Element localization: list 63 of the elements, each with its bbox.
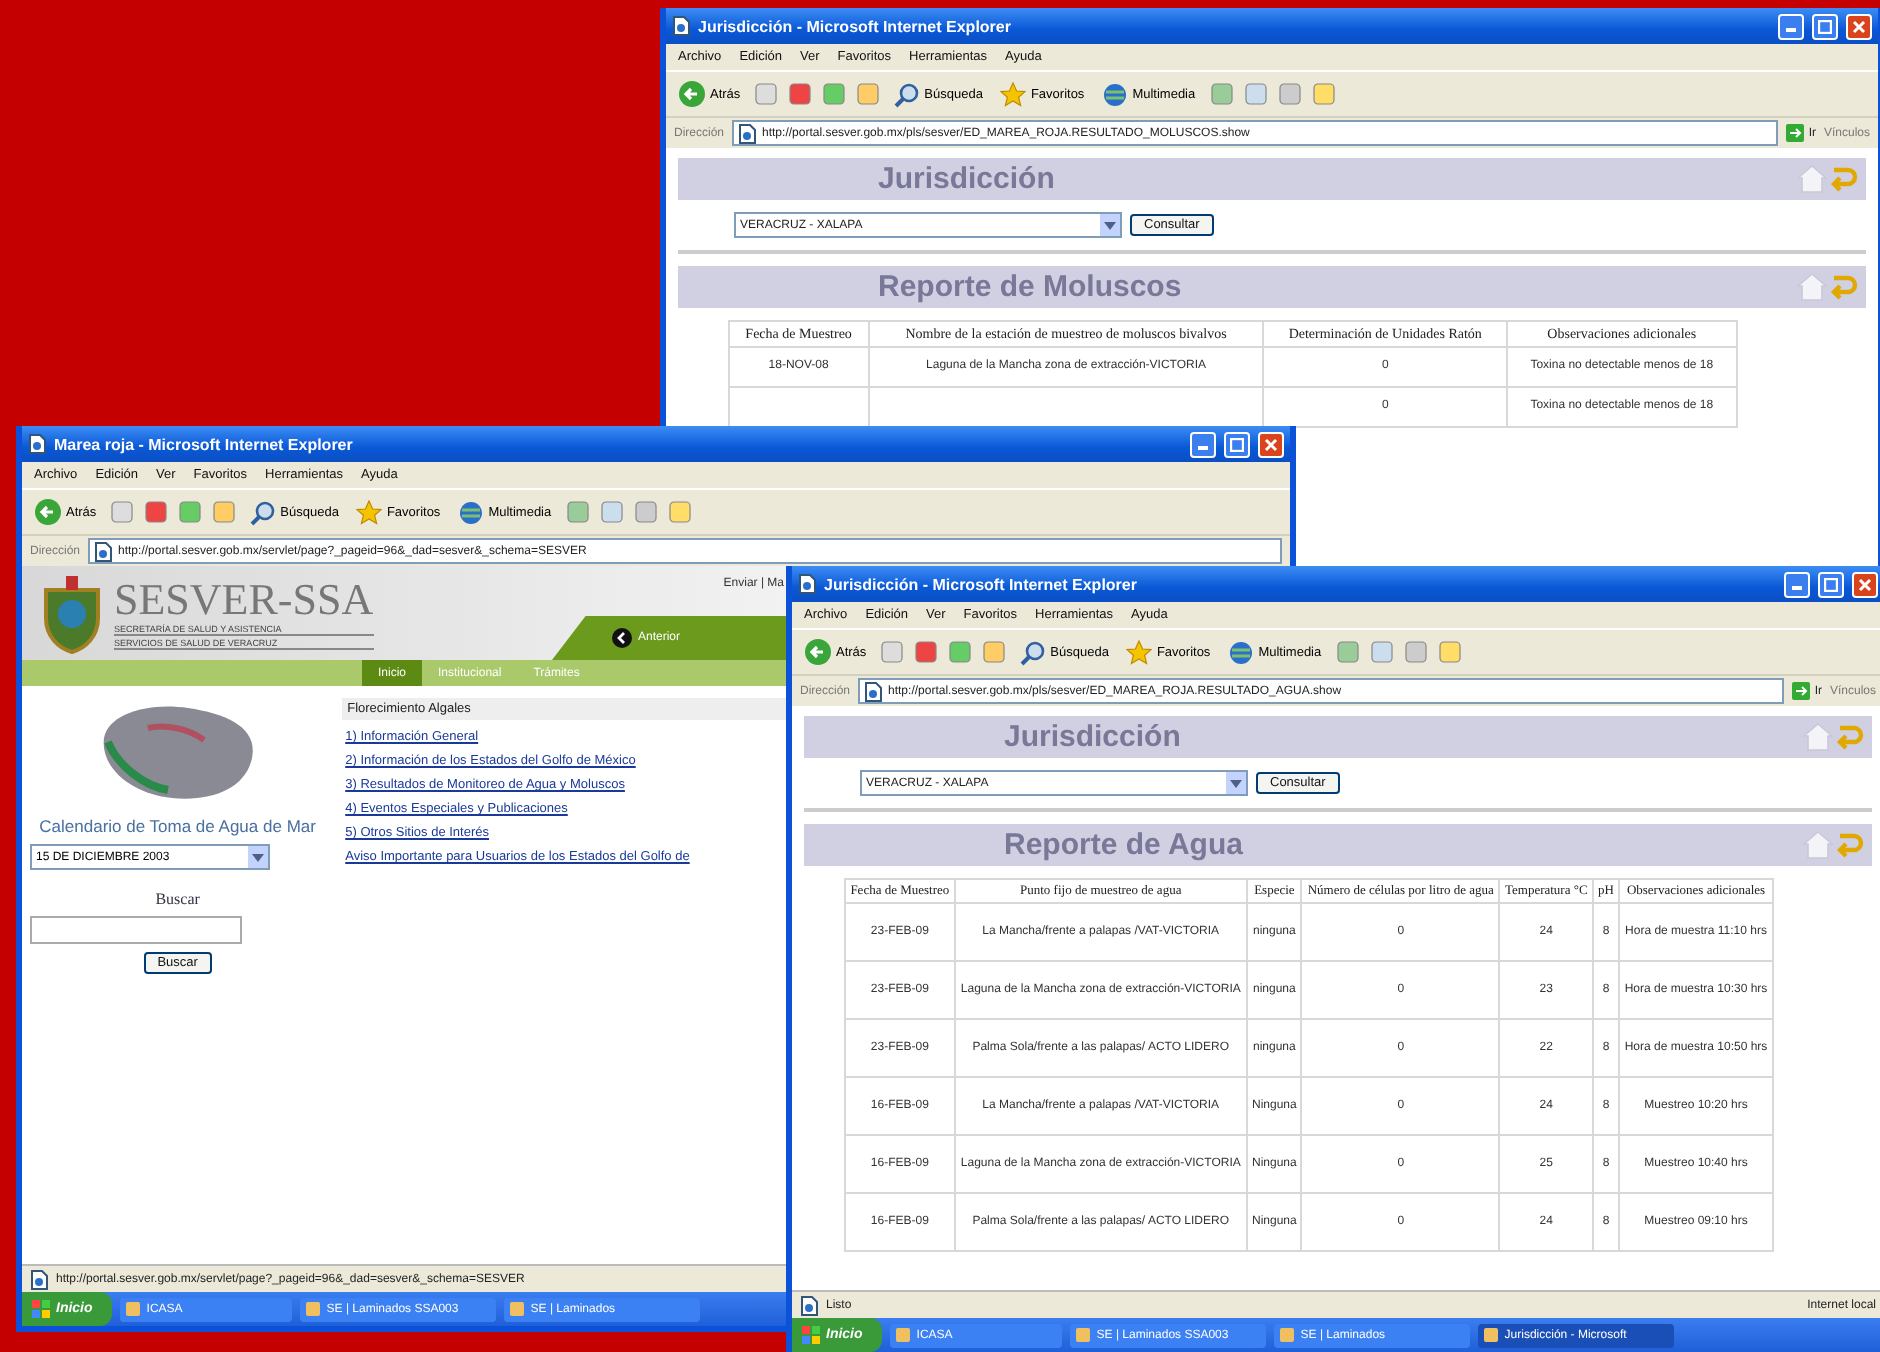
app-icon [306,1302,321,1316]
maximize-icon [1230,437,1244,451]
close-icon [1852,19,1866,33]
minimize-button[interactable] [1778,13,1804,39]
section-title: Reporte de Agua [1004,828,1245,862]
app-icon [1484,1328,1499,1342]
media-icon[interactable] [1228,639,1255,665]
maximize-icon [1818,19,1832,33]
dropdown-arrow-icon [1230,779,1242,787]
calendar-caption: Calendario de Toma de Agua de Mar [39,816,316,837]
go-arrow-icon [1786,124,1805,142]
media-icon[interactable] [458,499,485,525]
minimize-button[interactable] [1784,571,1810,597]
page-icon [28,434,46,454]
page-icon [738,123,757,143]
maximize-icon [1824,577,1838,591]
close-icon [1858,577,1872,591]
app-icon [126,1302,141,1316]
dropdown-arrow-icon [1104,221,1116,229]
close-button[interactable] [1258,431,1284,457]
media-icon[interactable] [1102,81,1129,107]
app-icon [1076,1328,1091,1342]
return-arrow-icon[interactable] [1828,272,1858,302]
return-arrow-icon[interactable] [1834,830,1864,860]
star-icon[interactable] [1000,81,1027,107]
page-icon [672,16,690,36]
section-title: Jurisdicción [878,162,1057,196]
windows-logo-icon [802,1326,820,1344]
close-icon [1264,437,1278,451]
go-arrow-icon [1792,682,1811,700]
crest-drawing [38,573,106,653]
page-icon [30,1269,48,1289]
close-button[interactable] [1846,13,1872,39]
window-title: Marea roja - Microsoft Internet Explorer [54,435,355,453]
search-field[interactable] [30,916,242,945]
back-icon[interactable] [612,628,632,648]
maximize-button[interactable] [1812,13,1838,39]
star-icon[interactable] [356,499,383,525]
maximize-button[interactable] [1224,431,1250,457]
section-title: Jurisdicción [1004,720,1183,754]
maximize-button[interactable] [1818,571,1844,597]
search-icon[interactable] [894,81,921,107]
return-arrow-icon[interactable] [1828,164,1858,194]
app-icon [1280,1328,1295,1342]
search-label: Buscar [155,890,200,909]
page-icon [798,574,816,594]
section-title: Reporte de Moluscos [878,270,1184,304]
minimize-button[interactable] [1190,431,1216,457]
star-icon[interactable] [1126,639,1153,665]
window-title: Jurisdicción - Microsoft Internet Explorer [698,17,1013,35]
return-arrow-icon[interactable] [1834,722,1864,752]
page-icon [800,1295,818,1315]
search-icon[interactable] [250,499,277,525]
app-icon [510,1302,525,1316]
search-icon[interactable] [1020,639,1047,665]
page-icon [864,681,883,701]
close-button[interactable] [1852,571,1878,597]
window-title: Jurisdicción - Microsoft Internet Explorer [824,575,1139,593]
dropdown-arrow-icon [252,853,264,862]
app-icon [896,1328,911,1342]
site-logo: SESVER-SSA [114,577,374,621]
page-icon [94,541,113,561]
windows-logo-icon [32,1300,50,1318]
